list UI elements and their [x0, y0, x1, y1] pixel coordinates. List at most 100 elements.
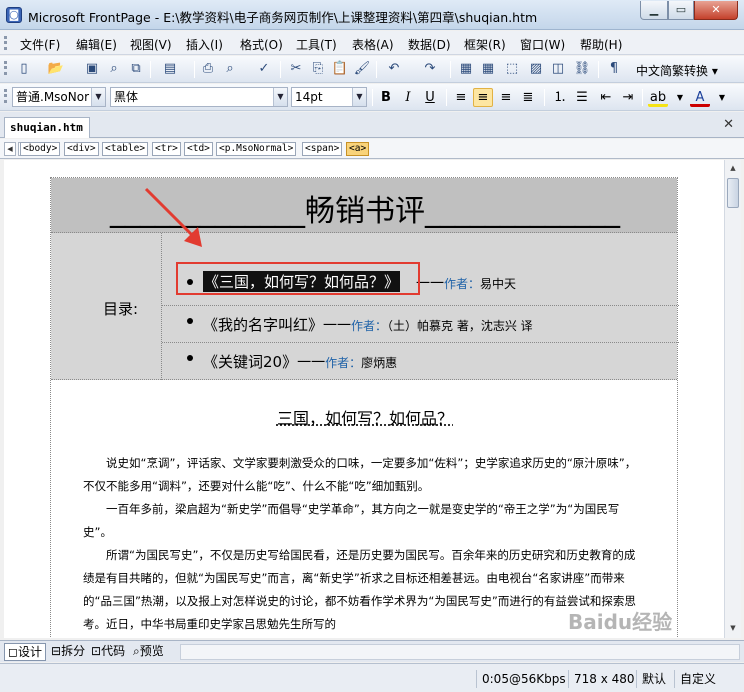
tab-split[interactable]: ⊟拆分: [48, 643, 88, 661]
minimize-button[interactable]: ▁: [640, 1, 668, 20]
style-select-value: 普通.MsoNor: [16, 90, 90, 104]
menu-table[interactable]: 表格(A): [352, 36, 394, 53]
underline-button[interactable]: U: [420, 88, 440, 107]
menu-bar: 文件(F) 编辑(E) 视图(V) 插入(I) 格式(O) 工具(T) 表格(A…: [0, 31, 744, 55]
cut-icon[interactable]: ✂: [286, 60, 306, 78]
chevron-down-icon[interactable]: ▼: [670, 88, 690, 107]
article-paragraph: 说史如“烹调”，评话家、文学家要刺激受众的口味，一定要多加“佐料”；史学家追求历…: [83, 456, 637, 493]
menu-file[interactable]: 文件(F): [20, 36, 60, 53]
bullet-list-icon[interactable]: ☰: [572, 88, 592, 107]
custom-mode[interactable]: 自定义: [674, 670, 716, 688]
insert-layer-icon[interactable]: ⬚: [502, 60, 522, 78]
menu-format[interactable]: 格式(O): [240, 36, 283, 53]
horizontal-scrollbar[interactable]: [180, 644, 740, 660]
default-mode[interactable]: 默认: [636, 670, 666, 688]
tab-shuqian[interactable]: shuqian.htm: [4, 117, 90, 138]
insert-picture-icon[interactable]: ▨: [526, 60, 546, 78]
page-size[interactable]: 718 x 480: [568, 670, 635, 688]
menu-edit[interactable]: 编辑(E): [76, 36, 117, 53]
web-component-icon[interactable]: ▤: [160, 60, 180, 78]
toc-label-cell: 目录:: [51, 233, 162, 380]
font-select[interactable]: 黑体 ▼: [110, 87, 288, 107]
undo-icon[interactable]: ↶: [384, 60, 404, 78]
toc-link-keywords[interactable]: 《关键词20》一一作者：廖炳惠: [203, 351, 397, 372]
toolbar-grip[interactable]: [4, 36, 7, 50]
tab-code[interactable]: ⊡代码: [88, 643, 128, 661]
tag-tr[interactable]: <tr>: [152, 142, 181, 156]
italic-button[interactable]: I: [398, 88, 418, 107]
align-right-icon[interactable]: ≡: [496, 88, 516, 107]
decrease-indent-icon[interactable]: ⇤: [596, 88, 616, 107]
numbered-list-icon[interactable]: ⒈: [550, 88, 570, 107]
new-page-icon[interactable]: ▯: [14, 60, 34, 78]
copy-icon[interactable]: ⎘: [308, 60, 328, 78]
publish-icon[interactable]: ⧉: [126, 60, 146, 78]
bold-button[interactable]: B: [376, 88, 396, 107]
chevron-down-icon[interactable]: ▼: [352, 88, 366, 106]
menu-data[interactable]: 数据(D): [408, 36, 451, 53]
design-view-editor[interactable]: _____________畅销书评_____________ 目录: 《三国，如…: [4, 160, 724, 638]
chevron-down-icon[interactable]: ▼: [712, 88, 732, 107]
font-color-icon[interactable]: A: [690, 88, 710, 107]
scroll-thumb[interactable]: [727, 178, 739, 208]
article-section: 三国，如何写？如何品？ 说史如“烹调”，评话家、文学家要刺激受众的口味，一定要多…: [51, 380, 677, 638]
insert-table-icon[interactable]: ▦: [478, 60, 498, 78]
justify-icon[interactable]: ≣: [518, 88, 538, 107]
window-title: Microsoft FrontPage - E:\教学资料\电子商务网页制作\上…: [28, 10, 538, 25]
tag-a[interactable]: <a>: [346, 142, 370, 156]
font-size-value: 14pt: [295, 90, 323, 104]
menu-view[interactable]: 视图(V): [130, 36, 172, 53]
language-convert-dropdown[interactable]: 中文简繁转换 ▾: [636, 62, 718, 79]
tag-span[interactable]: <span>: [302, 142, 343, 156]
toolbar-grip[interactable]: [4, 61, 7, 75]
menu-tools[interactable]: 工具(T): [296, 36, 337, 53]
font-size-select[interactable]: 14pt ▼: [291, 87, 367, 107]
frontpage-app-icon[interactable]: ◙: [6, 7, 22, 23]
scroll-down-icon[interactable]: ▼: [726, 620, 740, 636]
font-select-value: 黑体: [114, 90, 139, 104]
close-icon[interactable]: ✕: [723, 117, 734, 132]
tab-preview[interactable]: ⌕预览: [130, 643, 167, 661]
search-icon[interactable]: ⌕: [104, 60, 124, 78]
show-all-icon[interactable]: ¶: [604, 60, 624, 78]
style-select[interactable]: 普通.MsoNor ▼: [12, 87, 106, 107]
chevron-left-icon[interactable]: ◀: [4, 142, 16, 156]
scroll-up-icon[interactable]: ▲: [726, 160, 740, 176]
tag-td[interactable]: <td>: [184, 142, 213, 156]
format-painter-icon[interactable]: 🖌: [352, 60, 372, 78]
preview-icon[interactable]: ⌕: [220, 60, 240, 78]
paste-icon[interactable]: 📋: [330, 60, 350, 78]
tab-design[interactable]: ◻设计: [4, 643, 46, 661]
tag-p-msonormal[interactable]: <p.MsoNormal>: [216, 142, 297, 156]
highlight-color-icon[interactable]: ab: [648, 88, 668, 107]
article-paragraph: 一百年多前，梁启超为“新史学”而倡导“史学革命”，其方向之一就是变史学的“帝王之…: [83, 502, 620, 539]
print-icon[interactable]: ⎙: [198, 60, 218, 78]
drawing-icon[interactable]: ◫: [548, 60, 568, 78]
close-button[interactable]: ✕: [694, 1, 738, 20]
chevron-down-icon[interactable]: ▼: [91, 88, 105, 106]
open-folder-icon[interactable]: 📂: [46, 60, 66, 78]
toolbar-grip[interactable]: [4, 89, 7, 103]
tag-table[interactable]: <table>: [102, 142, 149, 156]
tag-body[interactable]: <body>: [20, 142, 61, 156]
highlight-box: [176, 262, 420, 295]
menu-window[interactable]: 窗口(W): [520, 36, 565, 53]
menu-help[interactable]: 帮助(H): [580, 36, 622, 53]
save-icon[interactable]: ▣: [82, 60, 102, 78]
align-center-icon[interactable]: ≡: [473, 88, 493, 107]
menu-frames[interactable]: 框架(R): [464, 36, 506, 53]
maximize-button[interactable]: ▭: [668, 1, 694, 20]
menu-insert[interactable]: 插入(I): [186, 36, 223, 53]
hyperlink-icon[interactable]: ⛓: [572, 60, 592, 78]
chevron-down-icon[interactable]: ▼: [273, 88, 287, 106]
increase-indent-icon[interactable]: ⇥: [618, 88, 638, 107]
tag-div[interactable]: <div>: [64, 142, 99, 156]
toc-link-red[interactable]: 《我的名字叫红》一一作者：（土）帕慕克 著，沈志兴 译: [203, 314, 533, 335]
redo-icon[interactable]: ↷: [420, 60, 440, 78]
vertical-scrollbar[interactable]: ▲ ▼: [724, 160, 741, 638]
spelling-icon[interactable]: ✓: [254, 60, 274, 78]
insert-web-component-icon[interactable]: ▦: [456, 60, 476, 78]
align-left-icon[interactable]: ≡: [451, 88, 471, 107]
bullet: [187, 355, 193, 361]
quick-tag-selector: ◀ ▶ <body> <div> <table> <tr> <td> <p.Ms…: [0, 139, 744, 159]
